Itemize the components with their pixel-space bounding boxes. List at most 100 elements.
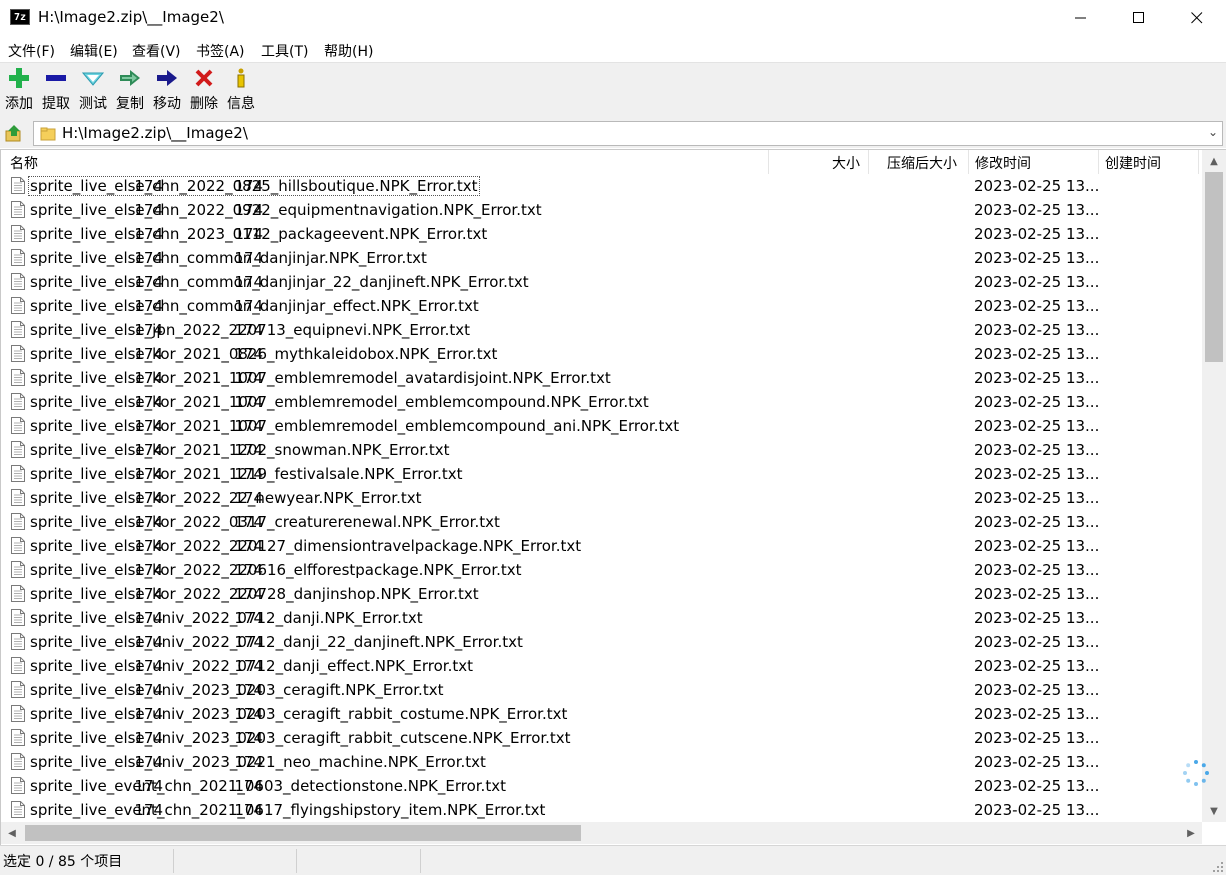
file-row[interactable]: sprite_live_else_kor_2021_1007_emblemrem… xyxy=(1,390,1201,414)
file-row[interactable]: sprite_live_else_kor_2021_1007_emblemrem… xyxy=(1,366,1201,390)
column-divider[interactable] xyxy=(968,150,969,174)
file-row[interactable]: sprite_live_else_kor_2022_22_newyear.NPK… xyxy=(1,486,1201,510)
file-name: sprite_live_else_chn_common_danjinjar_22… xyxy=(30,273,529,291)
info-label: 信息 xyxy=(227,96,255,112)
file-row[interactable]: sprite_live_else_kor_2022_220728_danjins… xyxy=(1,582,1201,606)
file-row[interactable]: sprite_live_else_univ_2023_0203_ceragift… xyxy=(1,726,1201,750)
column-header-modified[interactable]: 修改时间 xyxy=(975,153,1031,173)
file-row[interactable]: sprite_live_else_univ_2023_0203_ceragift… xyxy=(1,702,1201,726)
file-row[interactable]: sprite_live_else_kor_2022_220127_dimensi… xyxy=(1,534,1201,558)
status-divider xyxy=(173,849,174,873)
file-row[interactable]: sprite_live_else_kor_2021_1219_festivals… xyxy=(1,462,1201,486)
file-row[interactable]: sprite_live_else_kor_2022_0317_creaturer… xyxy=(1,510,1201,534)
file-row[interactable]: sprite_live_else_univ_2023_0203_ceragift… xyxy=(1,678,1201,702)
file-row[interactable]: sprite_live_else_kor_2021_0826_mythkalei… xyxy=(1,342,1201,366)
menu-file[interactable]: 文件(F) xyxy=(8,41,55,61)
info-icon xyxy=(237,68,245,88)
file-row[interactable]: sprite_live_event_chn_2021_0617_flyingsh… xyxy=(1,798,1201,822)
file-row[interactable]: sprite_live_else_kor_2021_1202_snowman.N… xyxy=(1,438,1201,462)
file-name: sprite_live_else_kor_2022_220127_dimensi… xyxy=(30,537,582,555)
column-divider[interactable] xyxy=(1198,150,1199,174)
file-name: sprite_live_else_kor_2021_1007_emblemrem… xyxy=(30,369,611,387)
file-size: 174 xyxy=(134,249,163,267)
menu-edit[interactable]: 编辑(E) xyxy=(70,41,118,61)
file-modified-time: 2023-02-25 13... xyxy=(974,201,1100,219)
resize-grip-icon[interactable] xyxy=(1212,861,1224,873)
text-file-icon xyxy=(11,417,25,434)
file-row[interactable]: sprite_live_else_univ_2022_0712_danji_ef… xyxy=(1,654,1201,678)
file-row[interactable]: sprite_live_else_kor_2021_1007_emblemrem… xyxy=(1,414,1201,438)
file-row[interactable]: sprite_live_else_chn_common_danjinjar_ef… xyxy=(1,294,1201,318)
menu-tools[interactable]: 工具(T) xyxy=(261,41,308,61)
info-button[interactable]: 信息 xyxy=(223,67,259,113)
minimize-button[interactable] xyxy=(1052,0,1110,36)
horizontal-scroll-thumb[interactable] xyxy=(25,825,581,841)
menu-help[interactable]: 帮助(H) xyxy=(324,41,373,61)
maximize-button[interactable] xyxy=(1110,0,1168,36)
file-row[interactable]: sprite_live_else_kor_2022_220616_elffore… xyxy=(1,558,1201,582)
file-row[interactable]: sprite_live_else_chn_common_danjinjar_22… xyxy=(1,270,1201,294)
extract-icon xyxy=(46,75,66,81)
file-packed-size: 174 xyxy=(234,561,263,579)
delete-label: 删除 xyxy=(190,96,218,112)
file-row[interactable]: sprite_live_else_univ_2023_0221_neo_mach… xyxy=(1,750,1201,774)
file-packed-size: 174 xyxy=(234,489,263,507)
test-label: 测试 xyxy=(79,96,107,112)
text-file-icon xyxy=(11,657,25,674)
file-size: 174 xyxy=(134,345,163,363)
copy-button[interactable]: 复制 xyxy=(112,67,148,113)
file-packed-size: 174 xyxy=(234,417,263,435)
add-label: 添加 xyxy=(5,96,33,112)
scroll-down-icon[interactable]: ▼ xyxy=(1202,800,1226,822)
file-size: 174 xyxy=(134,537,163,555)
file-row[interactable]: sprite_live_else_chn_2022_0922_equipment… xyxy=(1,198,1201,222)
status-bar: 选定 0 / 85 个项目 xyxy=(0,845,1226,875)
text-file-icon xyxy=(11,225,25,242)
test-button[interactable]: 测试 xyxy=(75,67,111,113)
extract-button[interactable]: 提取 xyxy=(38,67,74,113)
scroll-left-icon[interactable]: ◀ xyxy=(1,822,23,844)
scroll-up-icon[interactable]: ▲ xyxy=(1202,150,1226,172)
file-packed-size: 174 xyxy=(234,273,263,291)
file-size: 174 xyxy=(134,657,163,675)
menu-bookmarks[interactable]: 书签(A) xyxy=(196,41,245,61)
file-row[interactable]: sprite_live_else_jpn_2022_220713_equipne… xyxy=(1,318,1201,342)
move-button[interactable]: 移动 xyxy=(149,67,185,113)
scroll-right-icon[interactable]: ▶ xyxy=(1180,822,1202,844)
column-divider[interactable] xyxy=(1098,150,1099,174)
column-header-created[interactable]: 创建时间 xyxy=(1105,153,1161,173)
title-bar: 7z H:\Image2.zip\__Image2\ xyxy=(0,0,1226,36)
file-row[interactable]: sprite_live_event_chn_2021_0603_detectio… xyxy=(1,774,1201,798)
file-row[interactable]: sprite_live_else_univ_2022_0712_danji.NP… xyxy=(1,606,1201,630)
horizontal-scrollbar[interactable]: ◀ ▶ xyxy=(1,822,1202,844)
file-name: sprite_live_else_univ_2023_0203_ceragift… xyxy=(30,705,568,723)
vertical-scrollbar[interactable]: ▲ ▼ xyxy=(1202,150,1226,822)
column-divider[interactable] xyxy=(868,150,869,174)
chevron-down-icon[interactable]: ⌄ xyxy=(1208,125,1218,139)
file-size: 174 xyxy=(134,801,163,819)
file-row[interactable]: sprite_live_else_univ_2022_0712_danji_22… xyxy=(1,630,1201,654)
text-file-icon xyxy=(11,561,25,578)
add-button[interactable]: 添加 xyxy=(1,67,37,113)
file-row[interactable]: sprite_live_else_chn_2023_0112_packageev… xyxy=(1,222,1201,246)
column-header-name[interactable]: 名称 xyxy=(10,153,38,173)
text-file-icon xyxy=(11,729,25,746)
toolbar: 添加 提取 测试 复制 移动 删除 信息 xyxy=(0,62,1226,120)
file-name: sprite_live_else_kor_2021_1007_emblemrem… xyxy=(30,393,649,411)
up-folder-button[interactable] xyxy=(3,122,25,144)
close-button[interactable] xyxy=(1168,0,1226,36)
address-path: H:\Image2.zip\__Image2\ xyxy=(62,124,248,142)
column-header-packed-size[interactable]: 压缩后大小 xyxy=(887,153,957,173)
delete-button[interactable]: 删除 xyxy=(186,67,222,113)
menu-view[interactable]: 查看(V) xyxy=(132,41,181,61)
file-modified-time: 2023-02-25 13... xyxy=(974,321,1100,339)
text-file-icon xyxy=(11,681,25,698)
column-divider[interactable] xyxy=(768,150,769,174)
file-row[interactable]: sprite_live_else_chn_2022_0825_hillsbout… xyxy=(1,174,1201,198)
file-packed-size: 174 xyxy=(234,465,263,483)
column-header-size[interactable]: 大小 xyxy=(832,153,860,173)
file-row[interactable]: sprite_live_else_chn_common_danjinjar.NP… xyxy=(1,246,1201,270)
vertical-scroll-thumb[interactable] xyxy=(1205,172,1223,362)
move-icon xyxy=(157,70,177,86)
address-field[interactable]: H:\Image2.zip\__Image2\ ⌄ xyxy=(33,121,1223,146)
